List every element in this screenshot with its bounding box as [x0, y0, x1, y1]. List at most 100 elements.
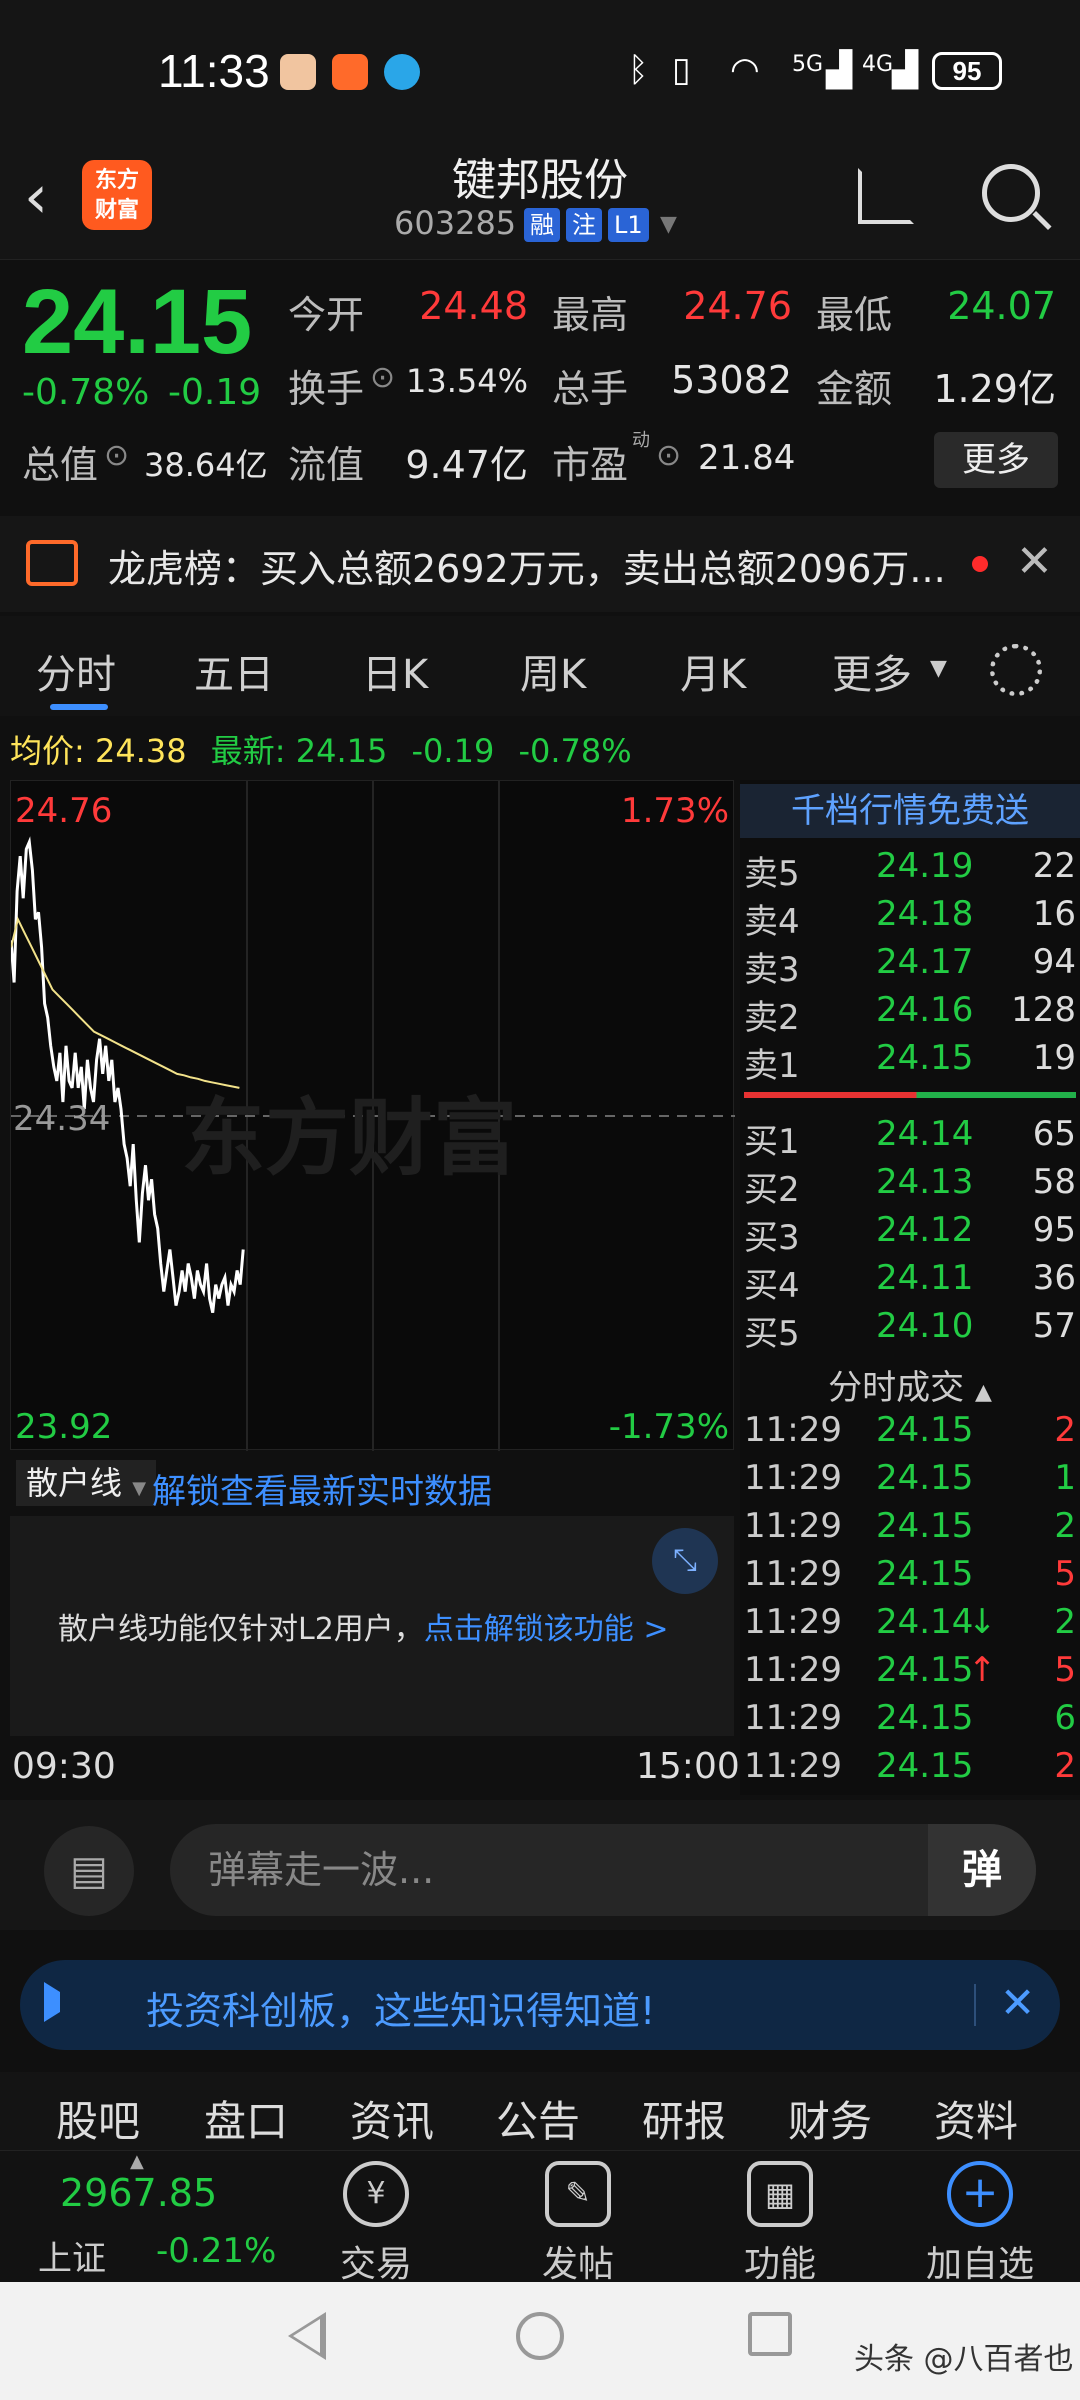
current-price: 24.15: [22, 271, 253, 373]
tab-more[interactable]: 更多: [832, 642, 912, 700]
tab-news[interactable]: 资讯: [350, 2088, 434, 2149]
tab-research[interactable]: 研报: [642, 2088, 726, 2149]
tick-time: 11:29: [744, 1410, 842, 1450]
danmaku-bar: ▤ 弹: [0, 1800, 1080, 1930]
tab-daily-k[interactable]: 日K: [362, 642, 428, 700]
nav-label: 加自选: [925, 2244, 1034, 2285]
bid-volume: 57: [1032, 1306, 1076, 1346]
gear-icon[interactable]: [990, 644, 1042, 696]
ask-volume: 16: [1032, 894, 1076, 934]
more-quote-button[interactable]: 更多: [934, 432, 1058, 488]
promo-banner[interactable]: 投资科创板，这些知识得知道! ✕: [20, 1960, 1060, 2050]
info-icon[interactable]: ⊙: [104, 438, 129, 473]
unlock-realtime-link[interactable]: 解锁查看最新实时数据: [152, 1464, 492, 1513]
tick-price: 24.15: [876, 1650, 974, 1690]
stock-code: 603285: [394, 204, 517, 242]
tab-guba[interactable]: 股吧: [56, 2088, 140, 2149]
bluetooth-icon: ᛒ: [628, 50, 649, 90]
index-ticker[interactable]: ▲ 2967.85 上证 -0.21%: [0, 2151, 276, 2283]
latest-change: -0.19: [411, 732, 495, 770]
share-icon[interactable]: [858, 168, 914, 224]
ask-price: 24.18: [876, 894, 974, 934]
tab-monthly-k[interactable]: 月K: [680, 642, 746, 700]
tick-price: 24.15: [876, 1458, 974, 1498]
yen-icon: ¥: [343, 2161, 409, 2227]
ask-row: 卖3 24.17 94: [740, 942, 1080, 990]
wifi-icon: ◠: [730, 50, 760, 90]
close-icon[interactable]: ✕: [1000, 1978, 1035, 2027]
tab-profile[interactable]: 资料: [934, 2088, 1018, 2149]
ask-label: 卖5: [744, 854, 800, 894]
tick-price: 24.15: [876, 1746, 974, 1786]
order-book-promo[interactable]: 千档行情免费送: [740, 784, 1080, 838]
chevron-down-icon[interactable]: ▼: [660, 212, 677, 237]
pe-value: 21.84: [698, 438, 796, 478]
nav-post[interactable]: ✎ 发帖: [508, 2151, 648, 2285]
ask-row: 卖2 24.16 128: [740, 990, 1080, 1038]
tab-handicap[interactable]: 盘口: [204, 2088, 288, 2149]
tick-trades-header[interactable]: 分时成交 ▲: [740, 1360, 1080, 1409]
info-icon[interactable]: ⊙: [656, 438, 681, 473]
search-icon[interactable]: [982, 164, 1040, 222]
tab-finance[interactable]: 财务: [788, 2088, 872, 2149]
high-value: 24.76: [683, 284, 792, 328]
nav-trade[interactable]: ¥ 交易: [306, 2151, 446, 2285]
tick-title-label: 分时成交: [828, 1368, 965, 1408]
bid-row: 买4 24.11 36: [740, 1258, 1080, 1306]
nav-add-watchlist[interactable]: + 加自选: [910, 2151, 1050, 2285]
unlock-feature-link[interactable]: 点击解锁该功能 >: [424, 1612, 669, 1647]
danmaku-send-button[interactable]: 弹: [928, 1824, 1036, 1916]
ask-row: 卖1 24.15 19: [740, 1038, 1080, 1086]
system-back-icon[interactable]: [288, 2312, 326, 2360]
system-home-icon[interactable]: [516, 2312, 564, 2360]
danmaku-settings-icon[interactable]: ▤: [44, 1826, 134, 1916]
tab-announcements[interactable]: 公告: [496, 2088, 580, 2149]
ask-volume: 22: [1032, 846, 1076, 886]
chart-low-label: 23.92: [15, 1407, 113, 1447]
latest-value: 24.15: [295, 732, 388, 770]
tab-weekly-k[interactable]: 周K: [520, 642, 586, 700]
app-notification-icon: [384, 54, 420, 90]
nav-label: 交易: [339, 2244, 412, 2285]
notice-text[interactable]: 龙虎榜：买入总额2692万元，卖出总额2096万...: [108, 538, 946, 593]
edit-icon: ✎: [545, 2161, 611, 2227]
unread-dot: [972, 556, 988, 572]
market-cap-value: 38.64亿: [144, 446, 268, 484]
plus-icon: +: [947, 2161, 1013, 2227]
bid-volume: 36: [1032, 1258, 1076, 1298]
tick-row: 11:29 24.15 5: [740, 1554, 1080, 1602]
dragon-tiger-notice[interactable]: 龙虎榜：买入总额2692万元，卖出总额2096万... ✕: [0, 516, 1080, 612]
signal-5g-label: 5G: [792, 52, 824, 77]
divider: [974, 1984, 976, 2026]
system-recents-icon[interactable]: [748, 2312, 792, 2356]
lock-message-text: 散户线功能仅针对L2用户，: [58, 1612, 424, 1647]
avg-value: 24.38: [94, 732, 187, 770]
amount-value: 1.29亿: [933, 367, 1056, 411]
tick-volume: 2: [1054, 1746, 1076, 1786]
battery-icon: 95: [932, 52, 1002, 90]
vibrate-icon: ▯: [672, 50, 691, 90]
close-icon[interactable]: ✕: [1016, 536, 1053, 587]
tab-intraday[interactable]: 分时: [36, 642, 116, 700]
expand-icon[interactable]: ⤡: [652, 1528, 718, 1594]
info-icon[interactable]: ⊙: [370, 360, 395, 395]
tick-volume: 2: [1054, 1410, 1076, 1450]
attention-tag: 注: [566, 208, 602, 242]
intraday-chart[interactable]: 东方财富 24.76 1.73% 24.34 23.92 -1.73%: [10, 780, 735, 1451]
bid-price: 24.13: [876, 1162, 974, 1202]
tick-row: 11:29 24.15 2: [740, 1410, 1080, 1458]
bid-price: 24.10: [876, 1306, 974, 1346]
tab-five-day[interactable]: 五日: [194, 642, 274, 700]
tick-time: 11:29: [744, 1698, 842, 1738]
retail-line-selector[interactable]: 散户线 ▼: [16, 1460, 157, 1506]
tick-price: 24.15: [876, 1410, 974, 1450]
status-bar: 11:33 ᛒ ▯ ◠ 5G ▟ 4G ▟ 95: [0, 0, 1080, 140]
tick-arrow: ↑: [968, 1650, 997, 1690]
ask-volume: 19: [1032, 1038, 1076, 1078]
nav-label: 功能: [743, 2244, 816, 2285]
turnover-label: 换手: [288, 367, 365, 411]
chart-low-pct: -1.73%: [608, 1407, 729, 1447]
danmaku-input[interactable]: [170, 1824, 1036, 1916]
nav-features[interactable]: ▦ 功能: [710, 2151, 850, 2285]
banner-text[interactable]: 投资科创板，这些知识得知道!: [146, 1980, 655, 2035]
